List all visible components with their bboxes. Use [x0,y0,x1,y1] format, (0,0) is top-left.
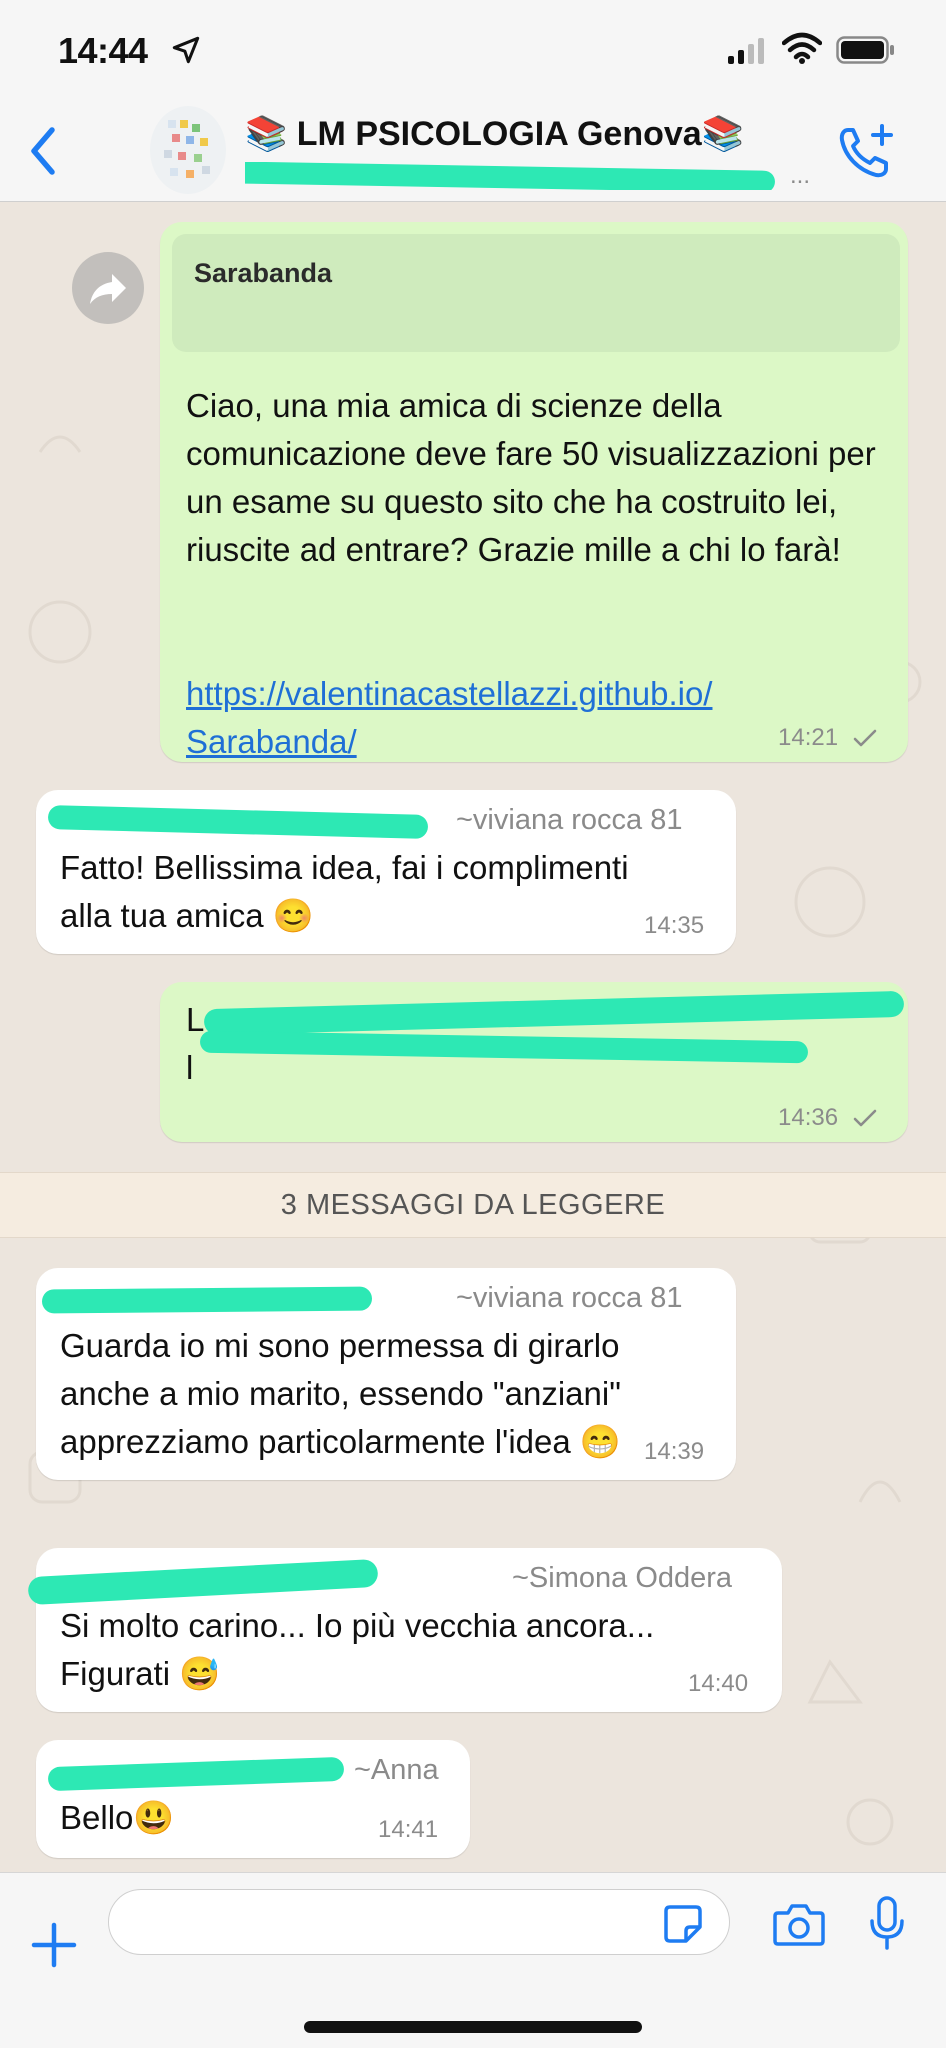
group-subtitle-text: ... [790,162,811,189]
redaction-scribble [47,805,429,839]
message-line: Guarda io mi sono permessa di girarlo [60,1327,620,1364]
sticker-icon[interactable] [662,1903,704,1945]
message-bubble-outgoing[interactable]: Sarabanda Ciao, una mia amica di scienze… [160,222,908,762]
message-line: alla tua amica 😊 [60,897,314,934]
message-text: Ciao, una mia amica di scienze della com… [186,387,876,568]
message-time: 14:21 [778,724,839,751]
message-line: Fatto! Bellissima idea, fai i compliment… [60,849,629,886]
message-text: Fatto! Bellissima idea, fai i compliment… [60,844,720,940]
message-line: L [186,1001,205,1038]
message-time: 14:35 [644,912,705,939]
quoted-message[interactable]: Sarabanda [172,234,900,352]
message-bubble-incoming[interactable]: ~Anna Bello😃 14:41 [36,1740,470,1858]
home-indicator[interactable] [304,2021,642,2033]
microphone-icon[interactable] [868,1895,906,1951]
plus-icon[interactable] [30,1921,78,1969]
location-arrow-icon [172,36,200,64]
add-call-icon[interactable] [836,122,896,182]
message-text: Si molto carino... Io più vecchia ancora… [60,1602,770,1698]
status-time: 14:44 [58,30,148,71]
redaction-scribble [47,1756,345,1792]
message-bubble-incoming[interactable]: ~viviana rocca 81 Fatto! Bellissima idea… [36,790,736,954]
message-bubble-outgoing[interactable]: L l 14:36 [160,982,908,1142]
redaction-scribble [245,162,776,190]
message-time: 14:40 [688,1670,749,1697]
sent-check-icon [853,729,877,747]
message-text: Guarda io mi sono permessa di girarlo an… [60,1322,730,1466]
chat-header: 📚 LM PSICOLOGIA Genova📚 ... [0,100,946,202]
group-avatar[interactable] [150,106,226,194]
forward-button[interactable] [72,252,144,324]
status-bar: 14:44 [0,0,946,100]
unread-messages-banner: 3 MESSAGGI DA LEGGERE [0,1172,946,1238]
message-time: 14:41 [378,1816,439,1843]
camera-icon[interactable] [772,1901,826,1947]
sent-check-icon [853,1109,877,1127]
sender-name: ~viviana rocca 81 [456,804,683,836]
sender-name: ~Anna [354,1754,439,1786]
chevron-left-icon[interactable] [24,124,64,178]
group-subtitle[interactable]: ... [245,162,815,190]
battery-icon [836,36,894,64]
group-title[interactable]: 📚 LM PSICOLOGIA Genova📚 [245,114,785,154]
message-text: Bello😃 [60,1799,175,1836]
link-line-2[interactable]: Sarabanda/ [186,723,357,760]
message-line: l [186,1049,194,1086]
redaction-scribble [27,1558,379,1606]
message-line: Si molto carino... Io più vecchia ancora… [60,1607,655,1644]
chat-area[interactable]: Sarabanda Ciao, una mia amica di scienze… [0,202,946,1872]
message-line: anche a mio marito, essendo "anziani" [60,1375,621,1412]
quote-author: Sarabanda [194,258,333,288]
sender-name: ~viviana rocca 81 [456,1282,683,1314]
wifi-icon [782,32,822,64]
forward-icon [90,274,126,304]
redaction-scribble [41,1286,373,1314]
message-time: 14:36 [778,1104,839,1131]
link-line-1[interactable]: https://valentinacastellazzi.github.io/ [186,675,712,712]
message-bubble-incoming[interactable]: ~Simona Oddera Si molto carino... Io più… [27,1548,782,1712]
message-time: 14:39 [644,1438,705,1465]
message-input[interactable] [108,1889,730,1955]
message-line: Figurati 😅 [60,1655,221,1692]
message-bubble-incoming[interactable]: ~viviana rocca 81 Guarda io mi sono perm… [36,1268,736,1480]
message-line: apprezziamo particolarmente l'idea 😁 [60,1423,621,1460]
sender-name: ~Simona Oddera [512,1562,733,1594]
signal-icon [728,38,764,64]
input-bar [0,1872,946,2048]
